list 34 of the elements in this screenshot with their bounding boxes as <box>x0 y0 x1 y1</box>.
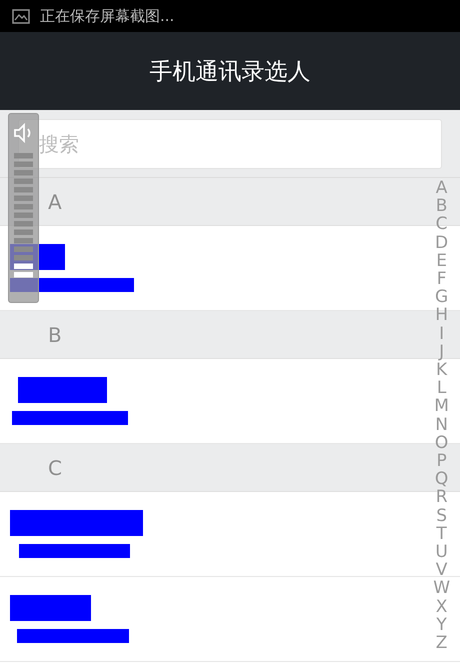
index-letter[interactable]: E <box>436 252 447 270</box>
index-letter[interactable]: K <box>436 361 448 380</box>
index-letter[interactable]: U <box>435 543 448 562</box>
screen-title: 手机通讯录选人 <box>150 58 310 86</box>
index-letter[interactable]: T <box>436 524 447 544</box>
image-icon <box>12 8 30 24</box>
index-letter[interactable]: Y <box>436 616 447 634</box>
index-letter[interactable]: L <box>436 379 446 398</box>
section-letter: C <box>48 456 62 480</box>
index-letter[interactable]: C <box>436 215 448 234</box>
index-letter[interactable]: X <box>436 598 448 616</box>
index-letter[interactable]: Z <box>436 634 448 652</box>
index-letter[interactable]: A <box>436 179 448 198</box>
notification-text: 正在保存屏幕截图... <box>40 6 174 26</box>
index-letter[interactable]: B <box>436 197 448 216</box>
volume-overlay[interactable] <box>8 113 39 303</box>
index-letter[interactable]: S <box>436 506 447 525</box>
index-letter[interactable]: R <box>436 488 448 507</box>
index-letter[interactable]: M <box>434 397 449 416</box>
index-letter[interactable]: J <box>439 342 444 362</box>
section-letter: A <box>48 190 62 214</box>
section-letter: B <box>48 322 62 346</box>
index-letter[interactable]: Q <box>434 470 448 488</box>
index-letter[interactable]: D <box>435 234 448 252</box>
index-letter[interactable]: O <box>434 434 448 452</box>
index-letter[interactable]: P <box>436 452 447 470</box>
index-letter[interactable]: W <box>433 579 450 598</box>
index-letter[interactable]: H <box>435 306 448 325</box>
index-letter[interactable]: G <box>435 288 448 306</box>
index-letter[interactable]: N <box>435 416 448 434</box>
index-letter[interactable]: V <box>436 561 448 580</box>
volume-track[interactable] <box>14 153 33 260</box>
index-letter[interactable]: I <box>439 324 444 343</box>
index-letter[interactable]: F <box>436 270 446 288</box>
